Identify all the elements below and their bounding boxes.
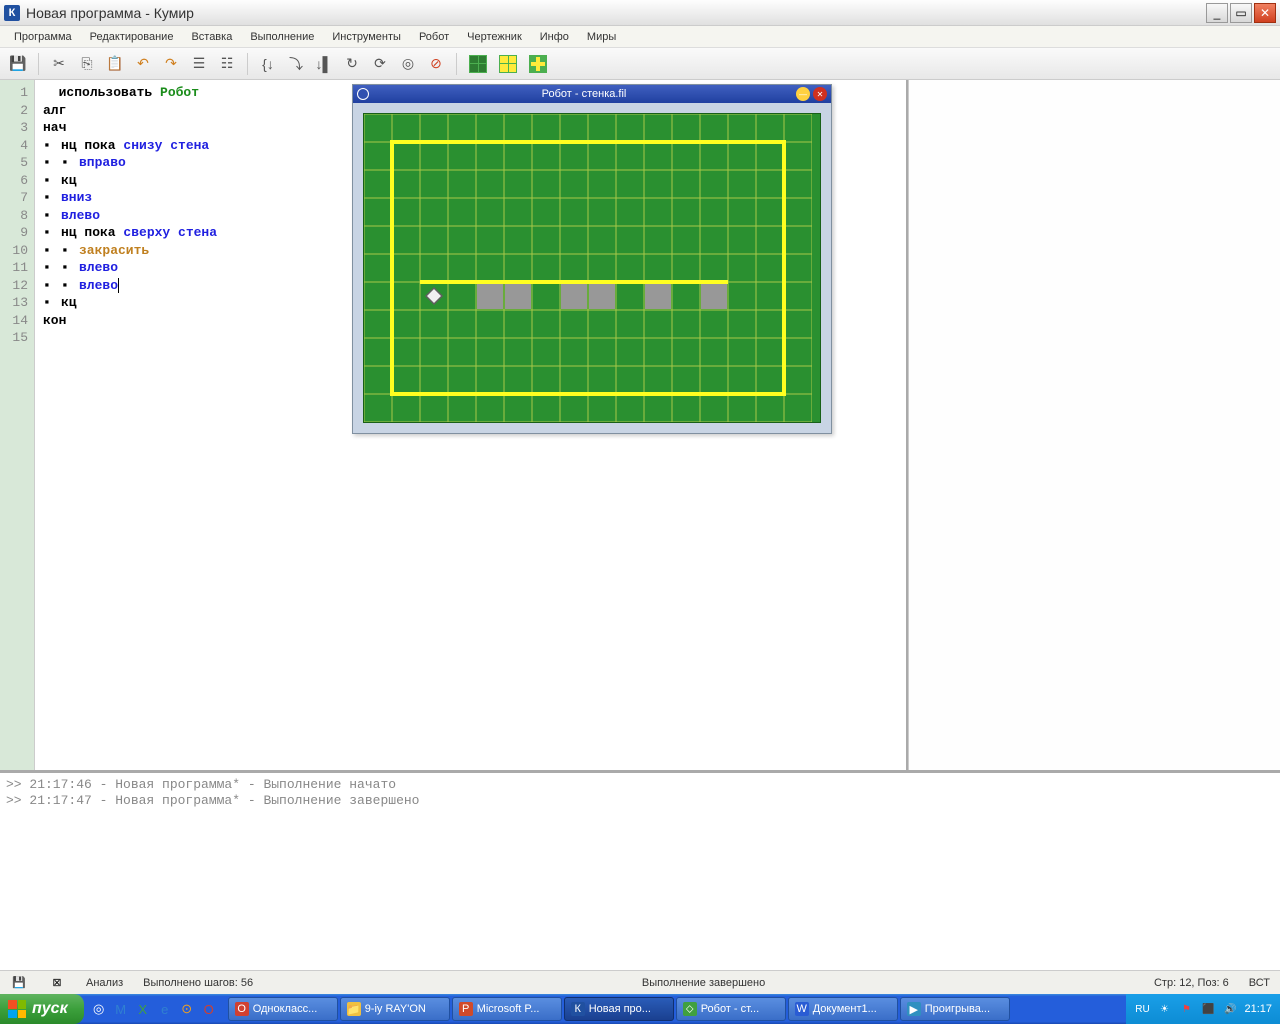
ql-icon[interactable]: ⊙ bbox=[178, 1000, 196, 1018]
analysis-label: Анализ bbox=[86, 977, 123, 989]
insert-mode: ВСТ bbox=[1249, 977, 1270, 989]
window-titlebar: К Новая программа - Кумир _ ▭ ✕ bbox=[0, 0, 1280, 26]
menu-робот[interactable]: Робот bbox=[411, 29, 457, 45]
tray-icon[interactable]: 🔊 bbox=[1222, 1001, 1238, 1017]
menu-программа[interactable]: Программа bbox=[6, 29, 80, 45]
menu-миры[interactable]: Миры bbox=[579, 29, 624, 45]
ql-icon[interactable]: O bbox=[200, 1000, 218, 1018]
task-items: OОднокласс...📁9-iy RAY'ONPMicrosoft P...… bbox=[224, 997, 1127, 1021]
code-editor[interactable]: 123456789101112131415 использовать Робот… bbox=[0, 80, 908, 770]
menu-выполнение[interactable]: Выполнение bbox=[242, 29, 322, 45]
task-item[interactable]: WДокумент1... bbox=[788, 997, 898, 1021]
task-item[interactable]: 📁9-iy RAY'ON bbox=[340, 997, 450, 1021]
menu-вставка[interactable]: Вставка bbox=[183, 29, 240, 45]
ql-icon[interactable]: X bbox=[134, 1000, 152, 1018]
output-console[interactable]: >> 21:17:46 - Новая программа* - Выполне… bbox=[0, 772, 1280, 970]
windows-taskbar: пуск ◎ M X e ⊙ O OОднокласс...📁9-iy RAY'… bbox=[0, 994, 1280, 1024]
robot-window[interactable]: Робот - стенка.fil — ✕ bbox=[352, 84, 832, 434]
save-status-icon[interactable]: 💾 bbox=[10, 974, 28, 992]
window-title: Новая программа - Кумир bbox=[26, 5, 1206, 21]
menu-чертежник[interactable]: Чертежник bbox=[459, 29, 530, 45]
list2-icon[interactable]: ☷ bbox=[215, 52, 239, 76]
main-area: 123456789101112131415 использовать Робот… bbox=[0, 80, 1280, 772]
paste-icon[interactable]: 📋 bbox=[103, 52, 127, 76]
start-button[interactable]: пуск bbox=[0, 994, 84, 1024]
minimize-button[interactable]: _ bbox=[1206, 3, 1228, 23]
status-bar: 💾 ⊠ Анализ Выполнено шагов: 56 Выполнени… bbox=[0, 970, 1280, 994]
ql-icon[interactable]: ◎ bbox=[90, 1000, 108, 1018]
menu-инфо[interactable]: Инфо bbox=[532, 29, 577, 45]
tray-icon[interactable]: ⚑ bbox=[1178, 1001, 1194, 1017]
list-icon[interactable]: ☰ bbox=[187, 52, 211, 76]
step-in-icon[interactable]: {↓ bbox=[256, 52, 280, 76]
field-border-icon[interactable] bbox=[495, 52, 521, 76]
app-icon: К bbox=[4, 5, 20, 21]
robot-window-title: Робот - стенка.fil bbox=[375, 88, 793, 100]
robot-close-icon[interactable]: ✕ bbox=[813, 87, 827, 101]
task-item[interactable]: ⬦Робот - ст... bbox=[676, 997, 786, 1021]
robot-minimize-icon[interactable]: — bbox=[796, 87, 810, 101]
tray-icon[interactable]: ⬛ bbox=[1200, 1001, 1216, 1017]
menu-инструменты[interactable]: Инструменты bbox=[324, 29, 409, 45]
cut-icon[interactable]: ✂ bbox=[47, 52, 71, 76]
save-icon[interactable]: 💾 bbox=[6, 52, 30, 76]
stop-icon[interactable]: ⊘ bbox=[424, 52, 448, 76]
field-grid-icon[interactable] bbox=[465, 52, 491, 76]
clock[interactable]: 21:17 bbox=[1244, 1003, 1272, 1015]
status-message: Выполнение завершено bbox=[273, 977, 1134, 989]
windows-logo-icon bbox=[8, 1000, 26, 1018]
quick-launch: ◎ M X e ⊙ O bbox=[84, 1000, 224, 1018]
step-over-icon[interactable]: ⤵ bbox=[284, 52, 308, 76]
right-panel bbox=[908, 80, 1280, 770]
task-item[interactable]: PMicrosoft P... bbox=[452, 997, 562, 1021]
task-item[interactable]: OОднокласс... bbox=[228, 997, 338, 1021]
language-indicator[interactable]: RU bbox=[1134, 1001, 1150, 1017]
field-new-icon[interactable] bbox=[525, 52, 551, 76]
redo-icon[interactable]: ↷ bbox=[159, 52, 183, 76]
steps-label: Выполнено шагов: 56 bbox=[143, 977, 253, 989]
menubar: ПрограммаРедактированиеВставкаВыполнение… bbox=[0, 26, 1280, 48]
task-item[interactable]: КНовая про... bbox=[564, 997, 674, 1021]
close-button[interactable]: ✕ bbox=[1254, 3, 1276, 23]
target-icon[interactable]: ◎ bbox=[396, 52, 420, 76]
loop2-icon[interactable]: ⟳ bbox=[368, 52, 392, 76]
loop-icon[interactable]: ↻ bbox=[340, 52, 364, 76]
cursor-position: Стр: 12, Поз: 6 bbox=[1154, 977, 1229, 989]
robot-field[interactable] bbox=[353, 103, 831, 433]
ql-icon[interactable]: e bbox=[156, 1000, 174, 1018]
tray-icon[interactable]: ☀ bbox=[1156, 1001, 1172, 1017]
undo-icon[interactable]: ↶ bbox=[131, 52, 155, 76]
run-icon[interactable]: ↓▌ bbox=[312, 52, 336, 76]
system-tray: RU ☀ ⚑ ⬛ 🔊 21:17 bbox=[1126, 994, 1280, 1024]
line-gutter: 123456789101112131415 bbox=[0, 80, 35, 770]
close-status-icon[interactable]: ⊠ bbox=[48, 974, 66, 992]
ql-icon[interactable]: M bbox=[112, 1000, 130, 1018]
robot-app-icon bbox=[357, 88, 369, 100]
copy-icon[interactable]: ⎘ bbox=[75, 52, 99, 76]
task-item[interactable]: ▶Проигрыва... bbox=[900, 997, 1010, 1021]
menu-редактирование[interactable]: Редактирование bbox=[82, 29, 182, 45]
toolbar: 💾 ✂ ⎘ 📋 ↶ ↷ ☰ ☷ {↓ ⤵ ↓▌ ↻ ⟳ ◎ ⊘ bbox=[0, 48, 1280, 80]
maximize-button[interactable]: ▭ bbox=[1230, 3, 1252, 23]
robot-titlebar[interactable]: Робот - стенка.fil — ✕ bbox=[353, 85, 831, 103]
